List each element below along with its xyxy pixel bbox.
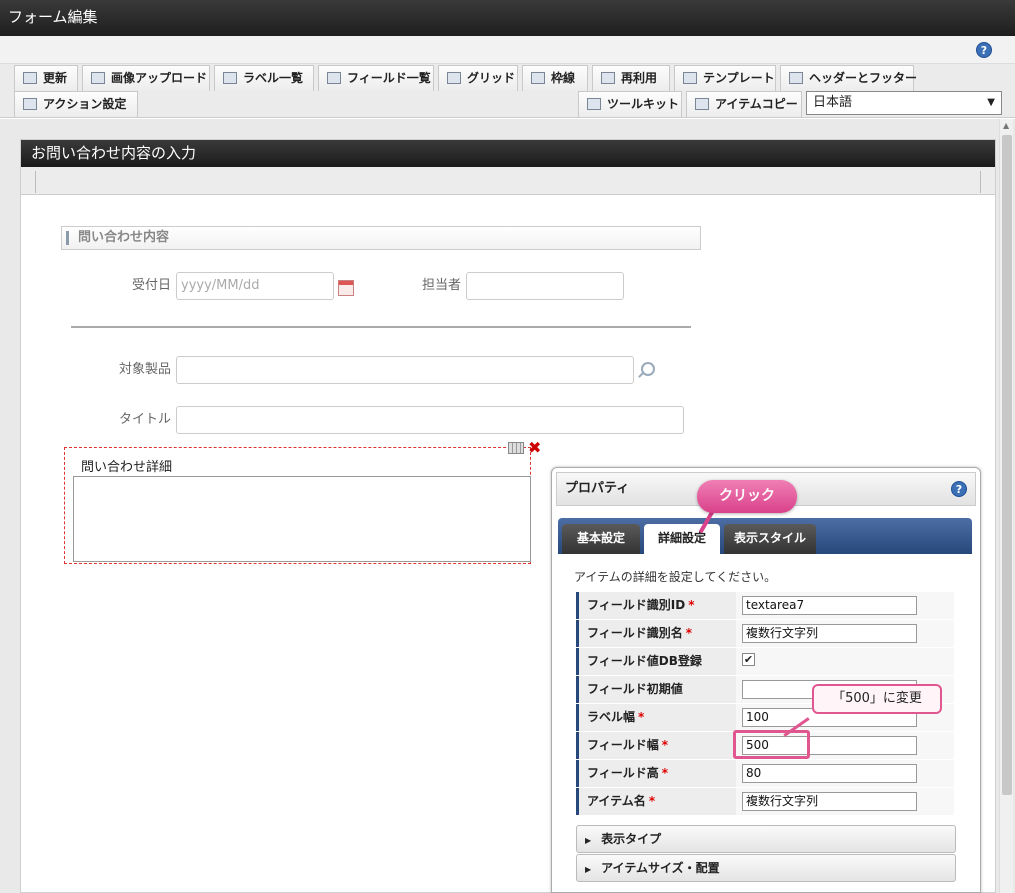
refresh-icon: [23, 72, 37, 84]
assignee-label: 担当者: [421, 278, 461, 293]
action-icon: [23, 98, 37, 110]
refresh-button[interactable]: 更新: [14, 65, 78, 91]
display-type-section[interactable]: ▶ 表示タイプ: [576, 825, 956, 853]
date-label: 受付日: [131, 278, 171, 293]
border-button[interactable]: 枠線: [522, 65, 588, 91]
properties-description: アイテムの詳細を設定してください。: [574, 570, 777, 584]
image-upload-button[interactable]: 画像アップロード: [82, 65, 210, 91]
help-bar: ?: [0, 36, 1015, 64]
action-settings-button[interactable]: アクション設定: [14, 91, 138, 117]
template-button[interactable]: テンプレート: [674, 65, 776, 91]
product-label: 対象製品: [118, 362, 171, 377]
db-register-checkbox[interactable]: ✔: [742, 653, 755, 666]
property-row: フィールド識別ID * textarea7: [576, 592, 954, 620]
details-textarea[interactable]: [73, 476, 531, 562]
toolkit-button[interactable]: ツールキット: [578, 91, 682, 117]
form-title: お問い合わせ内容の入力: [21, 140, 995, 167]
header-footer-icon: [789, 72, 803, 84]
grid-icon[interactable]: [508, 442, 524, 454]
properties-tabbar: 基本設定 詳細設定 表示スタイル: [558, 518, 972, 554]
label-list-button[interactable]: ラベル一覧: [214, 65, 314, 91]
title-label: タイトル: [118, 412, 171, 427]
search-icon[interactable]: [641, 362, 655, 376]
help-icon[interactable]: ?: [951, 481, 967, 497]
highlight-box: [733, 730, 810, 759]
assignee-input[interactable]: [466, 272, 624, 300]
properties-panel: プロパティ ? 基本設定 詳細設定 表示スタイル アイテムの詳細を設定してくださ…: [551, 467, 981, 893]
field-height-input[interactable]: 80: [742, 764, 917, 783]
tab-display-style[interactable]: 表示スタイル: [724, 524, 816, 554]
chevron-right-icon: ▶: [585, 836, 592, 845]
border-icon: [531, 72, 545, 84]
language-select[interactable]: 日本語 ▼: [806, 91, 1002, 115]
item-copy-icon: [695, 98, 709, 110]
item-name-input[interactable]: 複数行文字列: [742, 792, 917, 811]
property-row: アイテム名 * 複数行文字列: [576, 788, 954, 816]
horizontal-divider: [71, 326, 691, 328]
reuse-button[interactable]: 再利用: [592, 65, 670, 91]
item-size-section[interactable]: ▶ アイテムサイズ・配置: [576, 854, 956, 882]
field-name-input[interactable]: 複数行文字列: [742, 624, 917, 643]
property-row: フィールド識別名 * 複数行文字列: [576, 620, 954, 648]
grid-icon: [447, 72, 461, 84]
scroll-thumb[interactable]: [1002, 135, 1012, 795]
date-input[interactable]: yyyy/MM/dd: [176, 272, 334, 300]
calendar-icon[interactable]: [338, 280, 354, 296]
field-id-input[interactable]: textarea7: [742, 596, 917, 615]
selected-textarea-item[interactable]: 問い合わせ詳細 ✖: [64, 438, 541, 564]
window-title: フォーム編集: [0, 0, 1015, 36]
item-copy-button[interactable]: アイテムコピー: [686, 91, 802, 117]
help-icon[interactable]: ?: [976, 42, 992, 58]
title-input[interactable]: [176, 406, 684, 434]
toolbar: 更新 画像アップロード ラベル一覧 フィールド一覧 グリッド 枠線 再利用 テン…: [0, 64, 1015, 118]
property-row: フィールド高 * 80: [576, 760, 954, 788]
change-callout: 「500」に変更: [812, 684, 942, 714]
label-list-icon: [223, 72, 237, 84]
reuse-icon: [601, 72, 615, 84]
field-list-button[interactable]: フィールド一覧: [318, 65, 434, 91]
scroll-up-icon[interactable]: ▲: [1003, 121, 1009, 130]
header-footer-button[interactable]: ヘッダーとフッター: [780, 65, 917, 91]
template-icon: [683, 72, 697, 84]
section-header[interactable]: 問い合わせ内容: [61, 226, 701, 250]
field-list-icon: [327, 72, 341, 84]
toolkit-icon: [587, 98, 601, 110]
vertical-scrollbar[interactable]: ▲: [999, 119, 1013, 893]
chevron-right-icon: ▶: [585, 865, 592, 874]
tab-detail-settings[interactable]: 詳細設定: [644, 524, 720, 554]
click-callout: クリック: [697, 480, 797, 513]
image-upload-icon: [91, 72, 105, 84]
close-icon[interactable]: ✖: [528, 438, 541, 457]
chevron-down-icon: ▼: [987, 97, 995, 108]
property-row: フィールド値DB登録 ✔: [576, 648, 954, 676]
details-label: 問い合わせ詳細: [81, 460, 173, 475]
grid-button[interactable]: グリッド: [438, 65, 518, 91]
tab-basic-settings[interactable]: 基本設定: [562, 524, 640, 554]
product-input[interactable]: [176, 356, 634, 384]
form-subbar: [21, 167, 995, 195]
